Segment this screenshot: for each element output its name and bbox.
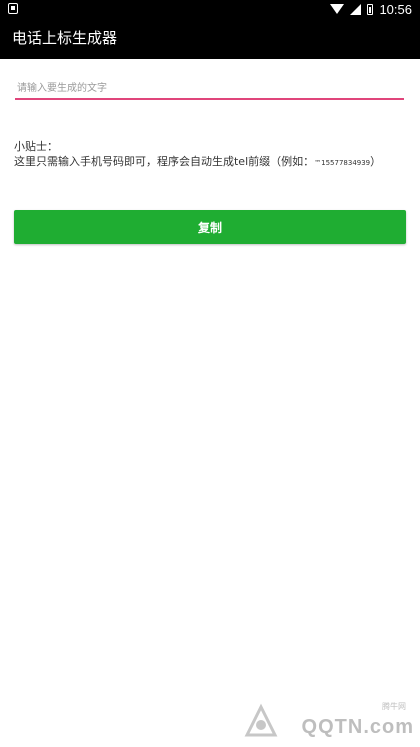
app-bar: 电话上标生成器	[0, 18, 420, 59]
tips-title: 小贴士：	[14, 140, 58, 153]
signal-icon	[350, 3, 362, 15]
copy-button[interactable]: 复制	[14, 210, 406, 244]
status-bar: 10:56	[0, 0, 420, 18]
watermark-brand: QQTN.com	[301, 716, 414, 738]
battery-icon	[367, 3, 374, 15]
wifi-icon	[330, 4, 345, 14]
tips-closing: ）	[370, 155, 382, 168]
text-input-container[interactable]	[15, 76, 406, 100]
status-time: 10:56	[379, 1, 412, 17]
text-input[interactable]	[15, 78, 406, 99]
tips-example: ™15577834939	[314, 159, 371, 167]
status-icons: 10:56	[330, 1, 412, 17]
watermark-name: 腾牛网	[382, 702, 406, 711]
page-title: 电话上标生成器	[12, 29, 118, 47]
watermark: 腾牛网 QQTN.com	[239, 701, 414, 743]
watermark-logo-icon	[244, 703, 278, 737]
notification-icon	[8, 3, 18, 14]
tips-body: 这里只需输入手机号码即可，程序会自动生成tel前缀（例如：™1557783493…	[14, 153, 409, 169]
tips-text: 这里只需输入手机号码即可，程序会自动生成tel前缀（例如：	[14, 155, 315, 168]
